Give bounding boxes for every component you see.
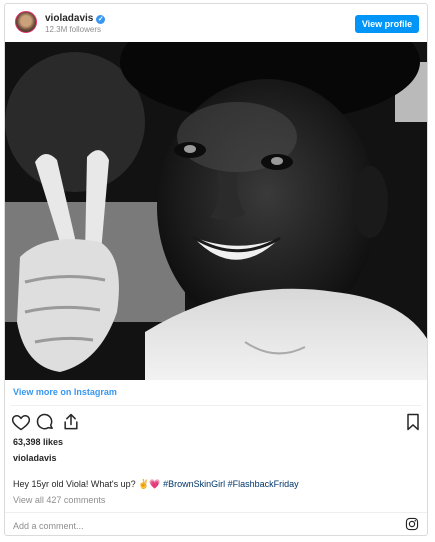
bookmark-icon[interactable] [403, 412, 423, 432]
caption-text: Hey 15yr old Viola! What's up? [13, 479, 136, 489]
followers-count: 12.3M followers [45, 25, 102, 34]
post-photo[interactable] [5, 42, 427, 380]
action-bar [11, 412, 423, 432]
caption-username[interactable]: violadavis [13, 453, 57, 463]
add-comment-input[interactable]: Add a comment... [13, 521, 84, 531]
hashtags[interactable]: #BrownSkinGirl #FlashbackFriday [163, 479, 299, 489]
post-header: violadavis ✓ 12.3M followers View profile [5, 4, 427, 42]
instagram-logo-icon[interactable] [405, 517, 419, 531]
photo-illustration [5, 42, 427, 380]
caption: Hey 15yr old Viola! What's up? ✌️💗 #Brow… [13, 479, 299, 490]
share-icon[interactable] [61, 412, 81, 432]
divider [11, 405, 421, 406]
view-more-on-instagram-link[interactable]: View more on Instagram [13, 387, 117, 397]
instagram-embed: violadavis ✓ 12.3M followers View profile [4, 3, 428, 536]
comment-icon[interactable] [35, 412, 55, 432]
heart-icon[interactable] [11, 412, 31, 432]
view-all-comments-link[interactable]: View all 427 comments [13, 495, 105, 505]
view-profile-button[interactable]: View profile [355, 15, 419, 33]
avatar[interactable] [15, 11, 37, 33]
likes-count[interactable]: 63,398 likes [13, 437, 63, 447]
verified-badge-icon: ✓ [96, 15, 106, 24]
username-line[interactable]: violadavis ✓ [45, 13, 106, 24]
divider [5, 512, 427, 513]
caption-emojis: ✌️💗 [138, 480, 161, 490]
username[interactable]: violadavis [45, 13, 93, 24]
